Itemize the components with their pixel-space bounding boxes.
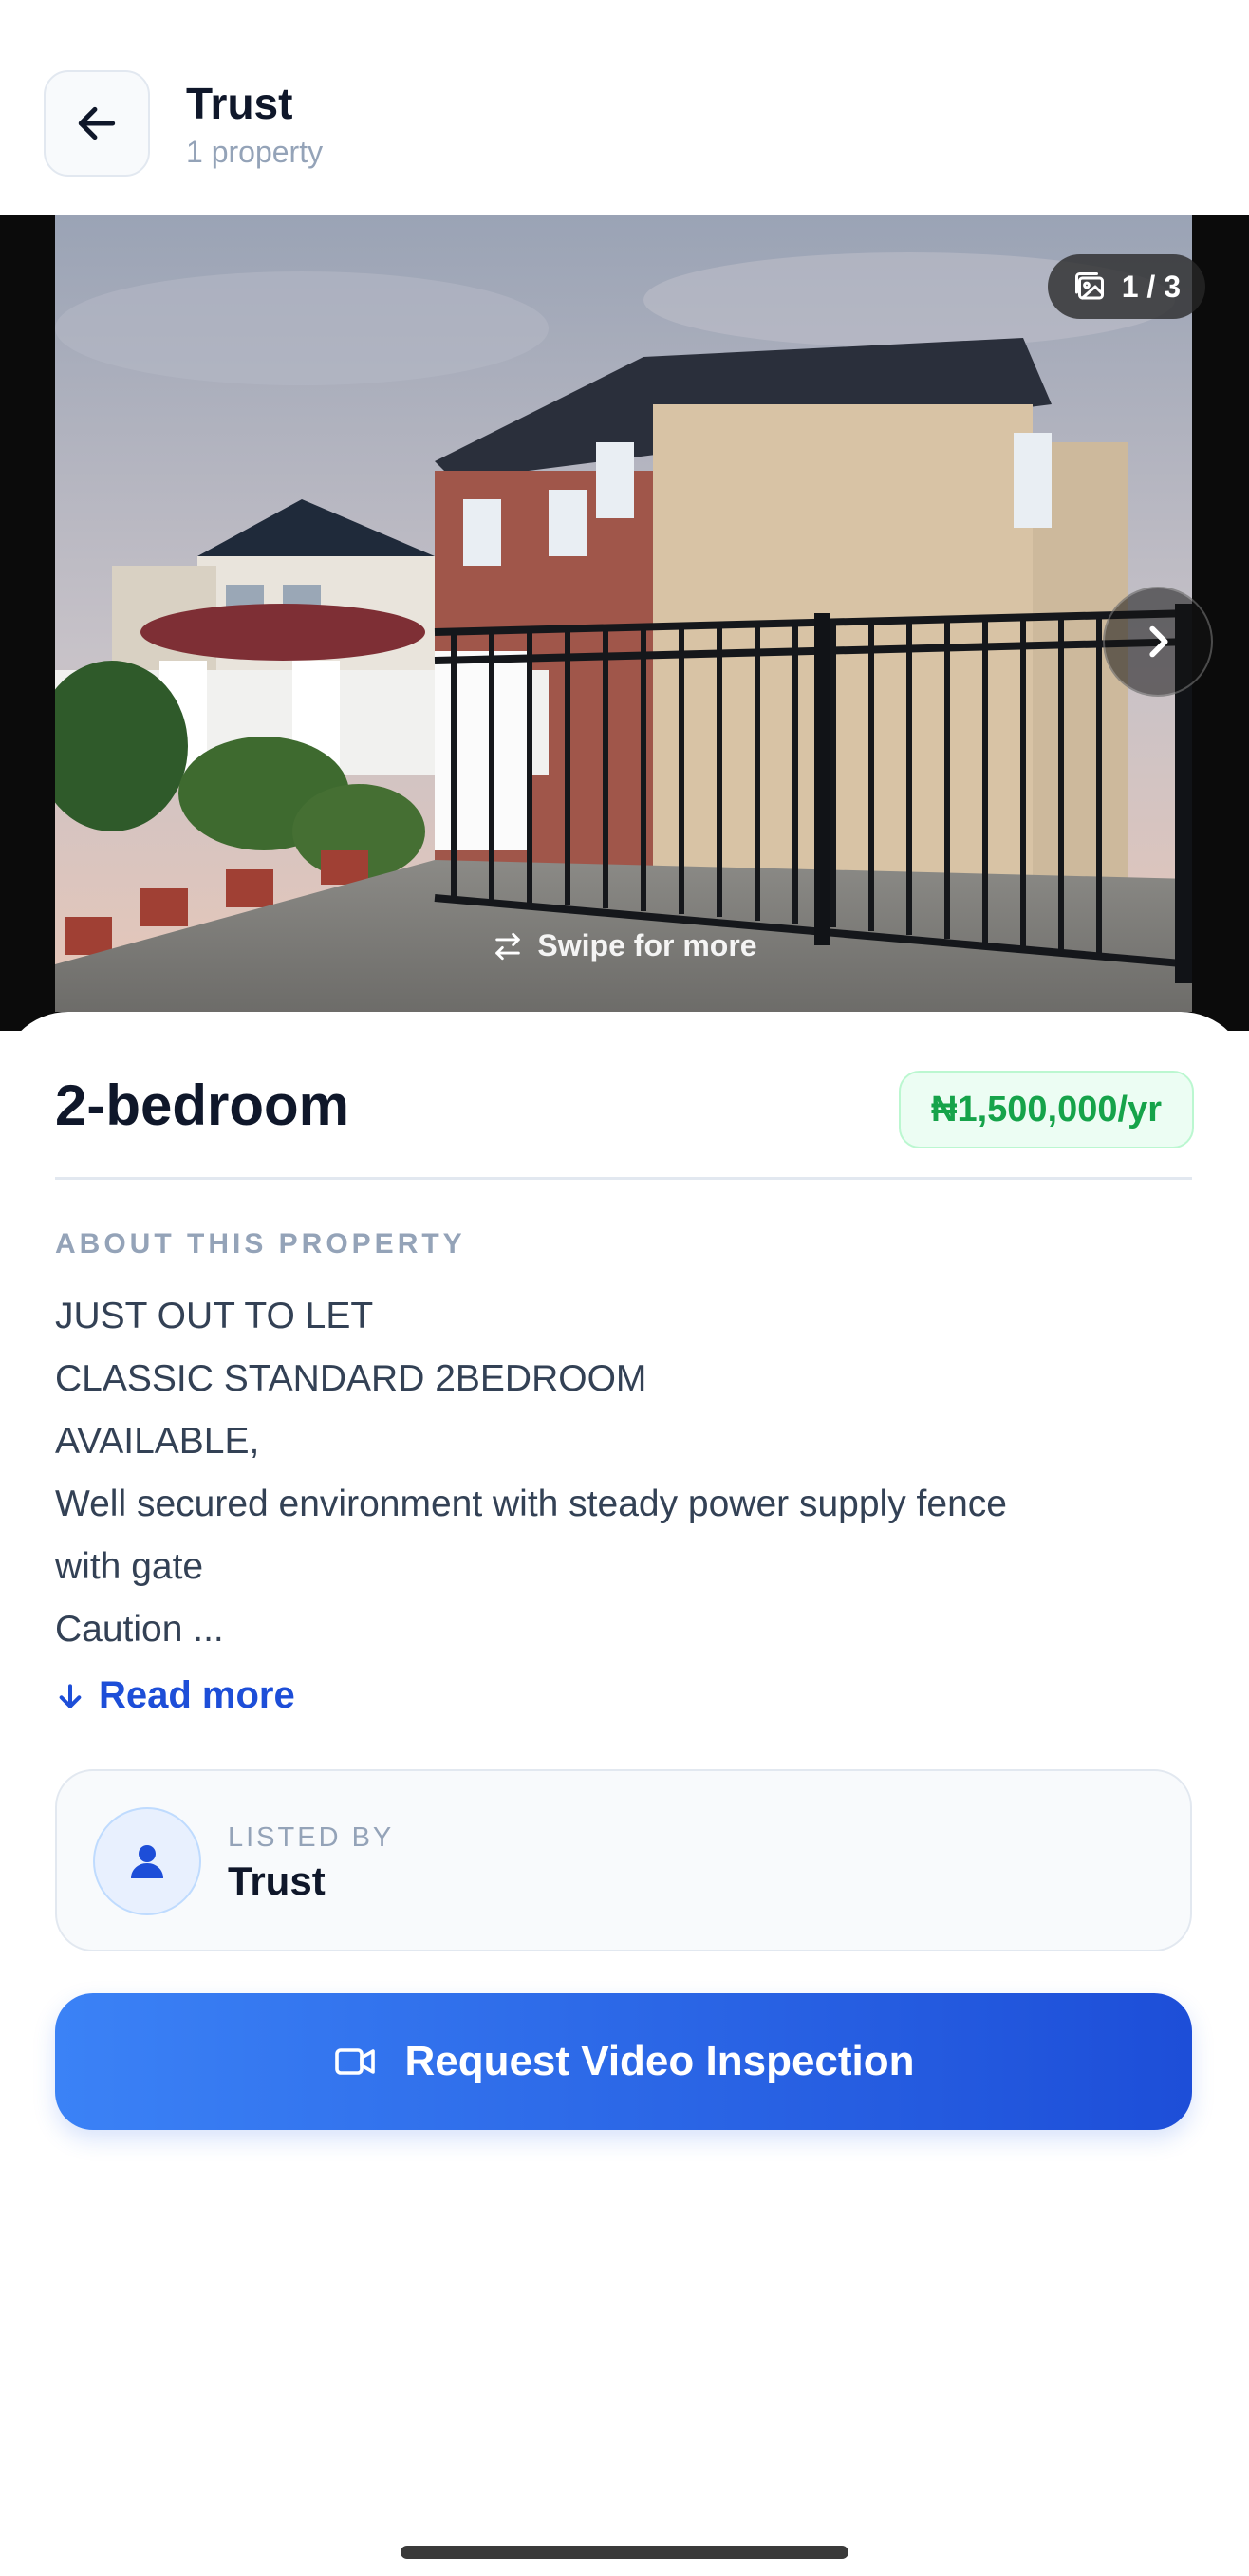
- swipe-hint: Swipe for more: [0, 928, 1249, 963]
- avatar: [93, 1807, 201, 1915]
- photo-gallery[interactable]: 1 / 3 Swipe for more: [0, 215, 1249, 1031]
- cta-label: Request Video Inspection: [404, 2038, 915, 2084]
- swap-arrows-icon: [495, 932, 521, 960]
- chevron-right-icon: [1149, 625, 1168, 658]
- photo-counter-badge: 1 / 3: [1047, 254, 1205, 319]
- arrow-down-icon: [59, 1683, 82, 1708]
- lister-name: Trust: [228, 1858, 326, 1903]
- swipe-hint-text: Swipe for more: [537, 928, 757, 962]
- arrow-left-icon: [78, 106, 116, 140]
- price-text: ₦1,500,000/yr: [931, 1089, 1162, 1129]
- user-icon: [131, 1845, 163, 1878]
- property-description: JUST OUT TO LET CLASSIC STANDARD 2BEDROO…: [55, 1285, 1192, 1661]
- description-line: Caution ...: [55, 1609, 224, 1650]
- property-photo[interactable]: [55, 215, 1192, 1012]
- details-sheet: 2-bedroom ₦1,500,000/yr ABOUT THIS PROPE…: [0, 1012, 1249, 2576]
- description-line: AVAILABLE,: [55, 1421, 260, 1462]
- video-camera-icon: [335, 2048, 376, 2075]
- page-title: Trust: [186, 79, 293, 128]
- home-indicator: [401, 2546, 848, 2559]
- read-more-label: Read more: [99, 1674, 295, 1716]
- price-badge: ₦1,500,000/yr: [899, 1071, 1194, 1148]
- section-label-about: ABOUT THIS PROPERTY: [55, 1228, 466, 1260]
- request-video-inspection-button[interactable]: Request Video Inspection: [55, 1993, 1192, 2130]
- description-line: Well secured environment with steady pow…: [55, 1484, 1007, 1524]
- back-button[interactable]: [44, 70, 150, 177]
- description-line: with gate: [55, 1546, 204, 1587]
- lister-card[interactable]: LISTED BY Trust: [55, 1769, 1192, 1951]
- image-icon: [1074, 272, 1104, 300]
- description-line: JUST OUT TO LET: [55, 1296, 374, 1336]
- property-detail-screen: Trust 1 property 1 / 3 Swipe for more 2-…: [0, 0, 1249, 2576]
- property-count: 1 property: [186, 135, 324, 169]
- next-photo-button[interactable]: [1103, 587, 1213, 697]
- listed-by-label: LISTED BY: [228, 1822, 395, 1853]
- property-title: 2-bedroom: [55, 1073, 350, 1137]
- header: Trust 1 property: [0, 0, 1249, 215]
- read-more-link[interactable]: Read more: [55, 1674, 295, 1717]
- divider: [55, 1177, 1192, 1180]
- photo-counter: 1 / 3: [1121, 269, 1181, 304]
- description-line: CLASSIC STANDARD 2BEDROOM: [55, 1358, 647, 1399]
